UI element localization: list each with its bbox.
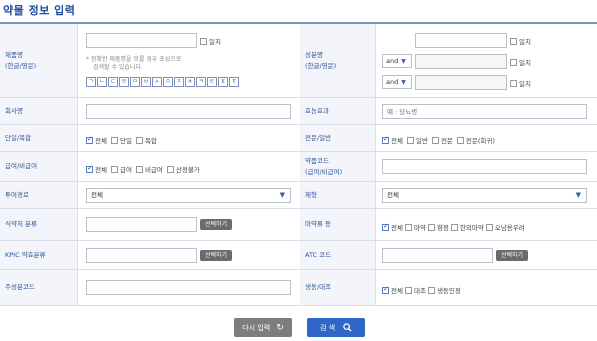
consonant-button[interactable]: ㄴ bbox=[97, 77, 107, 87]
row-class-narcotics: 식약처 분류 선택하기 마약류 등 전체 마약 향정 한외마약 오남용우려 bbox=[0, 209, 597, 241]
coverage-label: 급여/비급여 bbox=[0, 152, 77, 181]
coverage-uncovered[interactable]: 비급여 bbox=[135, 164, 163, 174]
biologic-reference[interactable]: 대조 bbox=[404, 285, 426, 295]
narcotics-narcotic[interactable]: 마약 bbox=[404, 222, 426, 232]
row-kpic-atc: KPIC 약효분류 선택하기 ATC 코드 선택하기 bbox=[0, 241, 597, 270]
refresh-icon: ↻ bbox=[276, 322, 284, 333]
row-company-efficacy: 회사명 효능효과 bbox=[0, 98, 597, 125]
row-product-ingredient: 제품명 (한글/영문) 일치 * 정확한 제품명을 모를 경우 초성으로 검색할… bbox=[0, 24, 597, 98]
product-search-note: * 정확한 제품명을 모를 경우 초성으로 검색할 수 있습니다. bbox=[86, 56, 182, 71]
consonant-button[interactable]: ㄹ bbox=[119, 77, 129, 87]
narcotics-exempt[interactable]: 한외마약 bbox=[450, 222, 484, 232]
mfds-class-label: 식약처 분류 bbox=[0, 209, 77, 240]
biologic-checkboxes: 전체 대조 생동인정 bbox=[382, 285, 461, 295]
ingredient-exact-checkbox-3[interactable]: 일치 bbox=[510, 78, 531, 88]
coverage-checkboxes: 전체 급여 비급여 산정불가 bbox=[86, 164, 200, 174]
ingredient-input-2[interactable] bbox=[415, 54, 507, 69]
search-button[interactable]: 검 색 bbox=[307, 318, 365, 337]
narcotics-psychotropic[interactable]: 향정 bbox=[427, 222, 449, 232]
triangle-down-icon: ▼ bbox=[575, 191, 581, 199]
coverage-not-calculable[interactable]: 산정불가 bbox=[166, 164, 200, 174]
consonant-button[interactable]: ㅁ bbox=[130, 77, 140, 87]
atc-label: ATC 코드 bbox=[300, 241, 375, 269]
product-exact-checkbox[interactable]: 일치 bbox=[200, 36, 221, 46]
consonant-button[interactable]: ㅋ bbox=[196, 77, 206, 87]
route-select[interactable]: 전체 ▼ bbox=[86, 188, 291, 203]
company-label: 회사명 bbox=[0, 98, 77, 124]
consonant-button[interactable]: ㅌ bbox=[207, 77, 217, 87]
pro-general-label: 전문/일반 bbox=[300, 125, 375, 151]
consonant-button[interactable]: ㅈ bbox=[174, 77, 184, 87]
consonant-button[interactable]: ㅂ bbox=[141, 77, 151, 87]
drug-search-form: 제품명 (한글/영문) 일치 * 정확한 제품명을 모를 경우 초성으로 검색할… bbox=[0, 22, 597, 306]
single-combo-all[interactable]: 전체 bbox=[86, 135, 107, 145]
single-combo-single[interactable]: 단일 bbox=[110, 135, 132, 145]
dosage-form-select[interactable]: 전체 ▼ bbox=[382, 188, 587, 203]
coverage-all[interactable]: 전체 bbox=[86, 164, 107, 174]
consonant-button[interactable]: ㅎ bbox=[229, 77, 239, 87]
page-title: 약물 정보 입력 bbox=[3, 4, 76, 17]
product-name-label: 제품명 (한글/영문) bbox=[0, 24, 77, 97]
consonant-button[interactable]: ㅍ bbox=[218, 77, 228, 87]
chevron-down-icon: ▼ bbox=[401, 79, 406, 86]
pro-general-all[interactable]: 전체 bbox=[382, 135, 403, 145]
and-select-2[interactable]: and ▼ bbox=[382, 75, 412, 89]
pro-general-pro[interactable]: 전문 bbox=[431, 135, 453, 145]
pro-general-pro-rare[interactable]: 전문(회귀) bbox=[456, 135, 495, 145]
ingredient-input-1[interactable] bbox=[415, 33, 507, 48]
pro-general-checkboxes: 전체 일반 전문 전문(회귀) bbox=[382, 135, 495, 145]
kpic-input[interactable] bbox=[86, 248, 197, 263]
narcotics-misuse[interactable]: 오남용우려 bbox=[485, 222, 525, 232]
single-combo-combo[interactable]: 복합 bbox=[135, 135, 157, 145]
mfds-class-select-button[interactable]: 선택하기 bbox=[200, 219, 233, 230]
main-code-input[interactable] bbox=[86, 280, 291, 295]
row-single-pro: 단일/복합 전체 단일 복합 전문/일반 전체 일반 전문 전문(회귀) bbox=[0, 125, 597, 152]
row-maincode-biologic: 주성분코드 생동/대조 전체 대조 생동인정 bbox=[0, 270, 597, 306]
narcotics-label: 마약류 등 bbox=[300, 209, 375, 240]
ingredient-input-3[interactable] bbox=[415, 75, 507, 90]
and-select-1[interactable]: and ▼ bbox=[382, 54, 412, 68]
efficacy-label: 효능효과 bbox=[300, 98, 375, 124]
narcotics-checkboxes: 전체 마약 향정 한외마약 오남용우려 bbox=[382, 222, 525, 232]
ingredient-exact-checkbox-2[interactable]: 일치 bbox=[510, 57, 531, 67]
main-code-label: 주성분코드 bbox=[0, 270, 77, 305]
consonant-button[interactable]: ㄷ bbox=[108, 77, 118, 87]
efficacy-input[interactable] bbox=[382, 104, 587, 119]
consonant-button[interactable]: ㅇ bbox=[163, 77, 173, 87]
coverage-covered[interactable]: 급여 bbox=[110, 164, 132, 174]
route-label: 투여경로 bbox=[0, 182, 77, 208]
atc-input[interactable] bbox=[382, 248, 493, 263]
atc-select-button[interactable]: 선택하기 bbox=[496, 250, 529, 261]
consonant-button[interactable]: ㅊ bbox=[185, 77, 195, 87]
row-coverage-code: 급여/비급여 전체 급여 비급여 산정불가 약품코드 (급여/비급여) bbox=[0, 152, 597, 182]
kpic-select-button[interactable]: 선택하기 bbox=[200, 250, 233, 261]
reset-button[interactable]: 다시 입력 ↻ bbox=[234, 318, 292, 337]
consonant-button[interactable]: ㅅ bbox=[152, 77, 162, 87]
triangle-down-icon: ▼ bbox=[279, 191, 285, 199]
chevron-down-icon: ▼ bbox=[401, 58, 406, 65]
product-name-input[interactable] bbox=[86, 33, 197, 48]
initial-consonant-buttons: ㄱㄴㄷㄹㅁㅂㅅㅇㅈㅊㅋㅌㅍㅎ bbox=[86, 77, 239, 87]
drug-code-label: 약품코드 (급여/비급여) bbox=[300, 152, 375, 181]
single-combo-checkboxes: 전체 단일 복합 bbox=[86, 135, 157, 145]
search-icon bbox=[343, 323, 352, 332]
mfds-class-input[interactable] bbox=[86, 217, 197, 232]
ingredient-exact-checkbox-1[interactable]: 일치 bbox=[510, 36, 531, 46]
ingredient-label: 성분명 (한글/영문) bbox=[300, 24, 375, 97]
biologic-all[interactable]: 전체 bbox=[382, 285, 403, 295]
narcotics-all[interactable]: 전체 bbox=[382, 222, 403, 232]
pro-general-general[interactable]: 일반 bbox=[406, 135, 428, 145]
biologic-label: 생동/대조 bbox=[300, 270, 375, 305]
single-combo-label: 단일/복합 bbox=[0, 125, 77, 151]
company-input[interactable] bbox=[86, 104, 291, 119]
biologic-bioequivalent[interactable]: 생동인정 bbox=[427, 285, 461, 295]
dosage-form-label: 제형 bbox=[300, 182, 375, 208]
kpic-label: KPIC 약효분류 bbox=[0, 241, 77, 269]
consonant-button[interactable]: ㄱ bbox=[86, 77, 96, 87]
drug-code-input[interactable] bbox=[382, 159, 587, 174]
row-route-form: 투여경로 전체 ▼ 제형 전체 ▼ bbox=[0, 182, 597, 209]
